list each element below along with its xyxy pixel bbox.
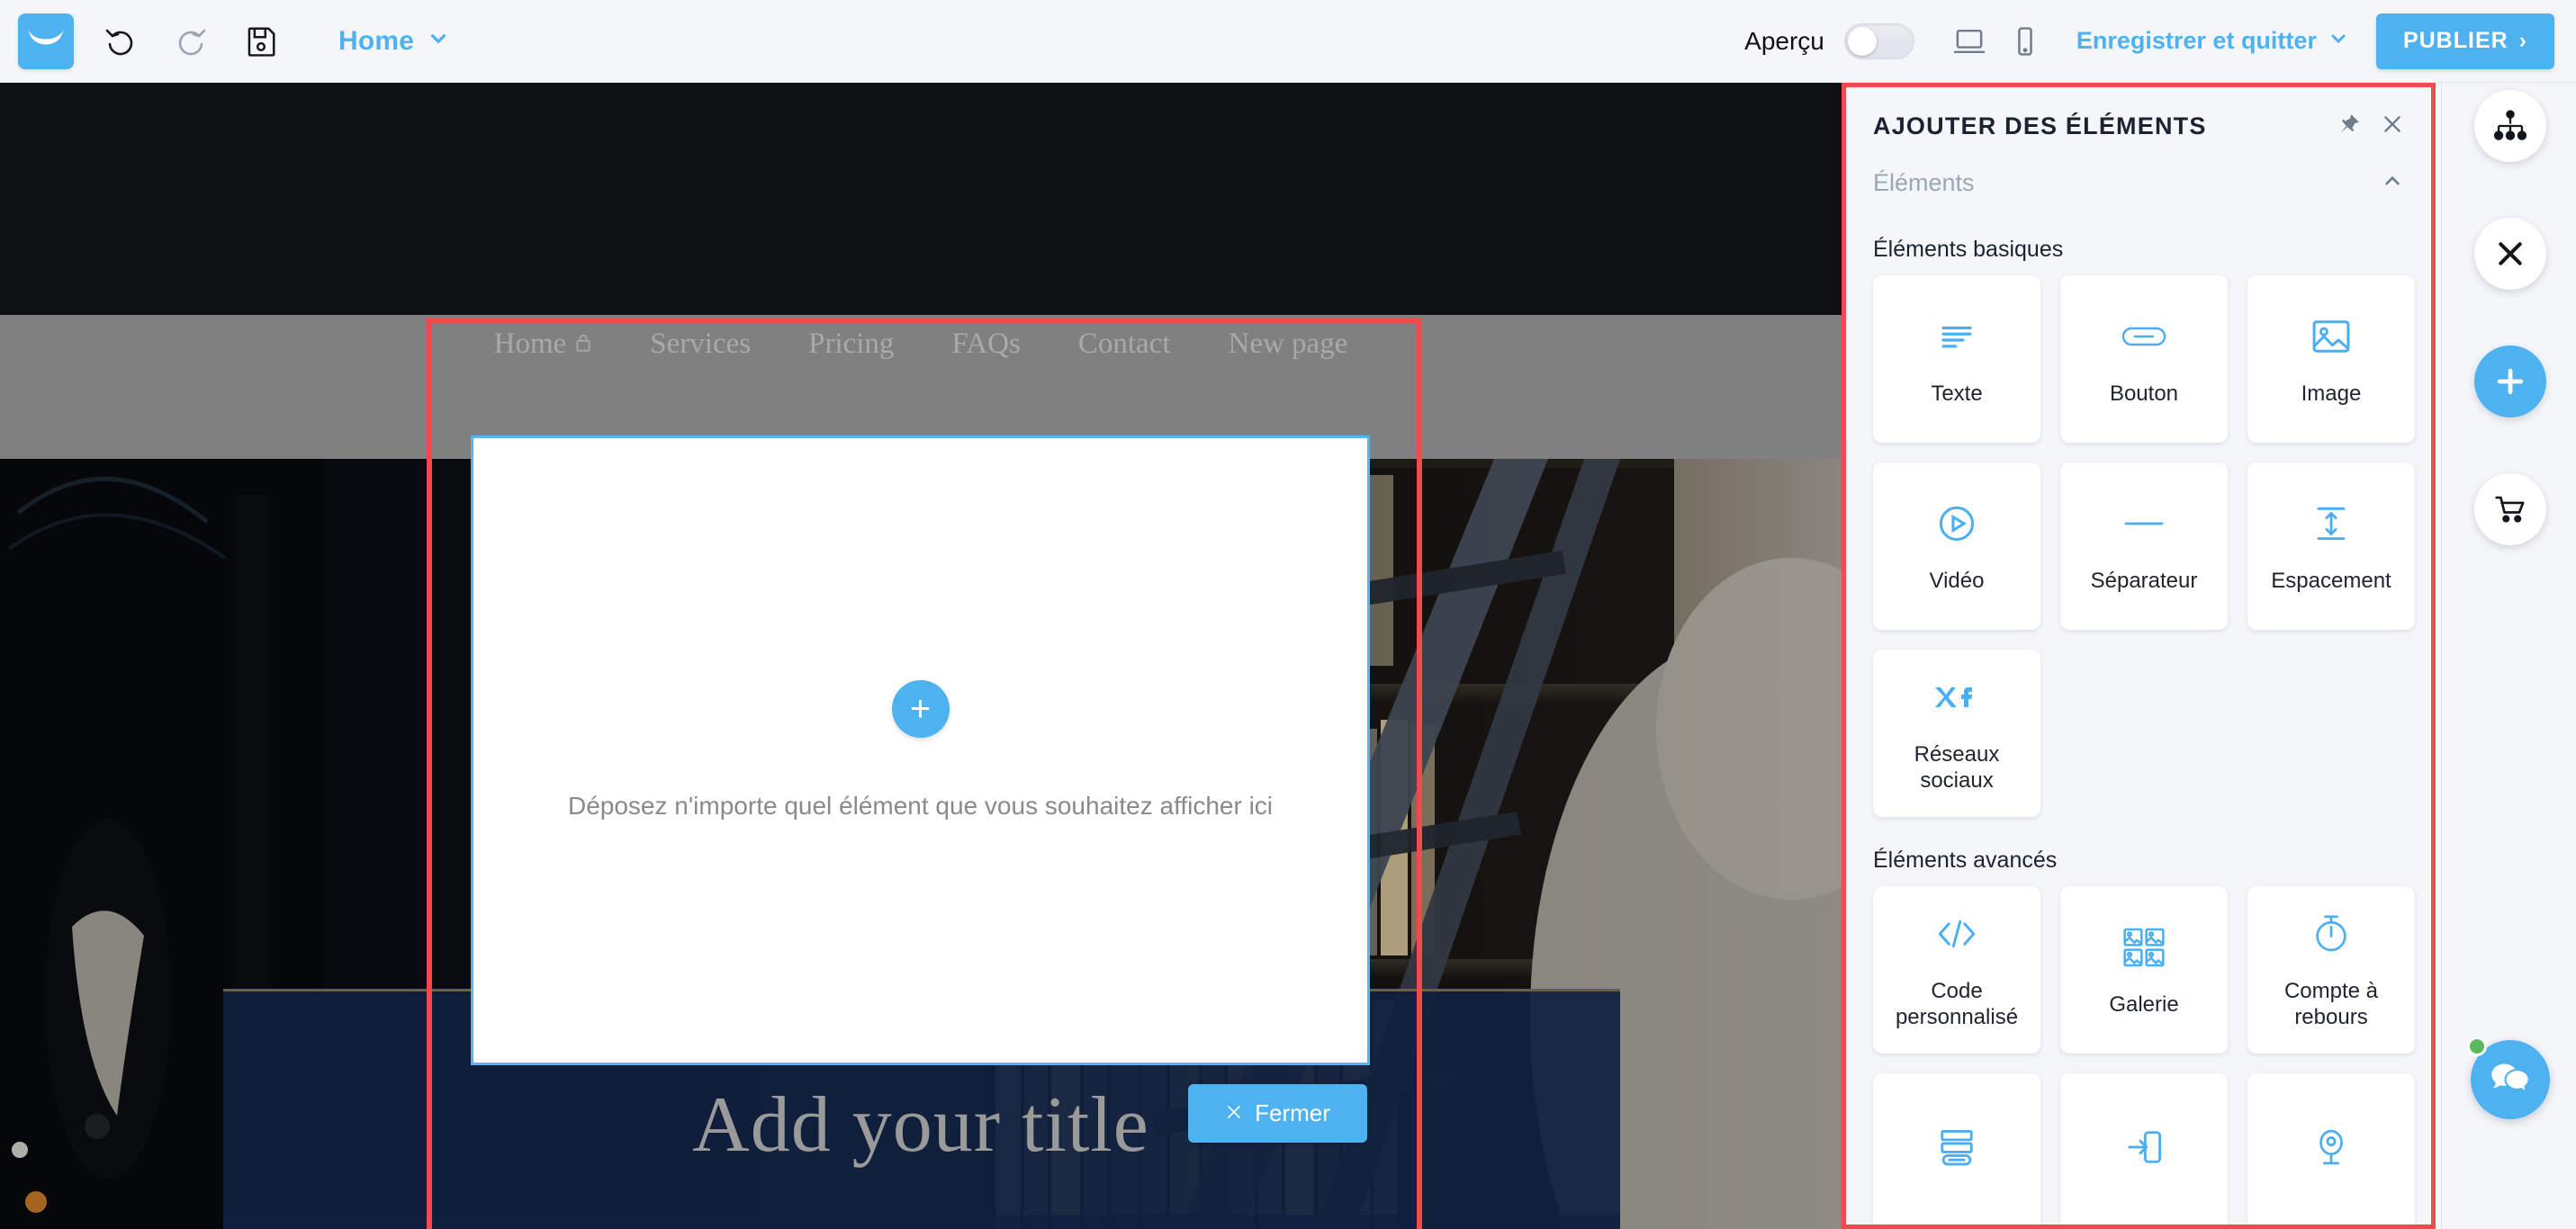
- login-arrow-icon: [2123, 1122, 2165, 1172]
- right-action-rail: [2441, 83, 2576, 1229]
- toggle-knob: [1847, 26, 1877, 56]
- site-canvas[interactable]: LOGO Home Services Pricing FAQs Contact …: [0, 83, 1842, 1229]
- form-stack-icon: [1936, 1122, 1977, 1172]
- preview-label: Aperçu: [1744, 26, 1824, 55]
- close-icon[interactable]: [2381, 112, 2404, 140]
- element-tile-label: Galerie: [2109, 991, 2179, 1017]
- text-lines-icon: [1936, 311, 1977, 362]
- plus-icon[interactable]: +: [891, 680, 950, 738]
- element-tile-separateur[interactable]: Séparateur: [2060, 462, 2228, 630]
- elements-section-label: Éléments: [1873, 169, 1975, 196]
- element-tile-label: Séparateur: [2090, 568, 2198, 593]
- element-tile-texte[interactable]: Texte: [1873, 275, 2040, 443]
- save-and-quit-button[interactable]: Enregistrer et quitter: [2076, 27, 2349, 55]
- image-icon: [2310, 311, 2352, 362]
- close-rail-button[interactable]: [2474, 218, 2546, 290]
- element-tile-espacement[interactable]: Espacement: [2247, 462, 2415, 630]
- top-toolbar: Home Aperçu Enregistrer et quitter PUBLI: [0, 0, 2576, 83]
- app-logo-icon[interactable]: [18, 13, 74, 69]
- page-selector-label: Home: [338, 25, 415, 56]
- site-header[interactable]: [0, 83, 1842, 315]
- publish-button[interactable]: PUBLIER ›: [2375, 13, 2554, 69]
- chevron-down-icon: [427, 27, 450, 55]
- panel-title: AJOUTER DES ÉLÉMENTS: [1873, 112, 2207, 139]
- element-tile-label: Vidéo: [1929, 568, 1985, 593]
- chat-online-status-dot: [2467, 1036, 2487, 1056]
- publish-label: PUBLIER: [2402, 28, 2508, 53]
- preview-toggle[interactable]: [1843, 22, 1914, 59]
- add-elements-panel: AJOUTER DES ÉLÉMENTS Éléments Éléments b…: [1842, 83, 2436, 1229]
- gallery-grid-icon: [2122, 922, 2166, 973]
- code-brackets-icon: [1934, 909, 1979, 959]
- element-tile-compte-a-rebours[interactable]: Compte à rebours: [2247, 886, 2415, 1054]
- element-tile-label: Texte: [1931, 381, 1983, 406]
- save-button[interactable]: [238, 18, 284, 65]
- element-tile-code-personnalise[interactable]: Code personnalisé: [1873, 886, 2040, 1054]
- play-circle-icon: [1936, 498, 1977, 549]
- chevron-right-icon: ›: [2518, 28, 2527, 53]
- element-tile-connexion[interactable]: [2060, 1073, 2228, 1225]
- element-tile-carte[interactable]: [2247, 1073, 2415, 1225]
- close-section-button[interactable]: Fermer: [1188, 1084, 1367, 1143]
- basic-elements-title: Éléments basiques: [1873, 237, 2064, 262]
- dropzone-hint: Déposez n'importe quel élément que vous …: [567, 792, 1274, 820]
- undo-button[interactable]: [97, 18, 144, 65]
- add-element-button[interactable]: [2474, 345, 2546, 417]
- chevron-down-icon: [2328, 28, 2349, 54]
- toolbar-left-group: Home: [0, 13, 450, 69]
- basic-elements-grid: Texte Bouton Image Vidéo Séparateur Espa…: [1846, 275, 2431, 817]
- element-tile-label: Espacement: [2271, 568, 2391, 593]
- element-tile-label: Bouton: [2109, 381, 2179, 406]
- panel-header-actions: [2337, 112, 2404, 140]
- pin-marker-icon: [2312, 1122, 2350, 1172]
- vertical-spacing-icon: [2311, 498, 2351, 549]
- element-tile-galerie[interactable]: Galerie: [2060, 886, 2228, 1054]
- sitemap-button[interactable]: [2474, 90, 2546, 162]
- element-tile-reseaux-sociaux[interactable]: Réseaux sociaux: [1873, 650, 2040, 817]
- horizontal-rule-icon: [2121, 498, 2167, 549]
- element-tile-bouton[interactable]: Bouton: [2060, 275, 2228, 443]
- social-x-facebook-icon: [1932, 672, 1982, 722]
- redo-button[interactable]: [167, 18, 214, 65]
- element-tile-label: Réseaux sociaux: [1914, 742, 2000, 793]
- page-selector[interactable]: Home: [338, 26, 450, 57]
- shopping-cart-button[interactable]: [2474, 473, 2546, 545]
- stopwatch-icon: [2311, 909, 2351, 959]
- mobile-view-icon[interactable]: [1997, 16, 2053, 67]
- element-tile-formulaire[interactable]: [1873, 1073, 2040, 1225]
- chevron-up-icon: [2381, 169, 2404, 197]
- element-tile-image[interactable]: Image: [2247, 275, 2415, 443]
- advanced-elements-title: Éléments avancés: [1873, 848, 2058, 873]
- button-pill-icon: [2121, 311, 2167, 362]
- panel-header: AJOUTER DES ÉLÉMENTS: [1846, 87, 2431, 149]
- element-tile-label: Code personnalisé: [1895, 979, 2019, 1029]
- element-dropzone[interactable]: + Déposez n'importe quel élément que vou…: [471, 435, 1370, 1065]
- element-tile-label: Compte à rebours: [2283, 979, 2379, 1029]
- desktop-view-icon[interactable]: [1941, 16, 1997, 67]
- element-tile-video[interactable]: Vidéo: [1873, 462, 2040, 630]
- toolbar-right-group: Aperçu Enregistrer et quitter PUBLIER ›: [1744, 13, 2576, 69]
- advanced-elements-grid: Code personnalisé Galerie Compte à rebou…: [1846, 886, 2431, 1225]
- close-x-icon: [1225, 1099, 1243, 1127]
- save-and-quit-label: Enregistrer et quitter: [2076, 27, 2317, 54]
- close-section-label: Fermer: [1255, 1099, 1330, 1126]
- pin-icon[interactable]: [2337, 112, 2361, 140]
- element-tile-label: Image: [2301, 381, 2362, 406]
- elements-section-toggle[interactable]: Éléments: [1846, 149, 2431, 206]
